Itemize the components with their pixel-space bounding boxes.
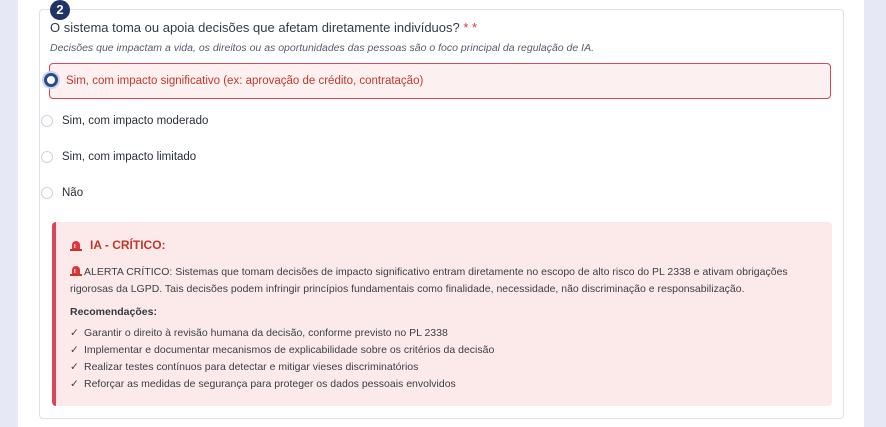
- list-item: ✓ Implementar e documentar mecanismos de …: [70, 342, 494, 359]
- question-text: O sistema toma ou apoia decisões que afe…: [50, 20, 460, 35]
- radio-significant-impact[interactable]: [44, 73, 58, 87]
- option-moderate-impact-label[interactable]: Sim, com impacto moderado: [62, 115, 208, 127]
- list-item: ✓ Reforçar as medidas de segurança para p…: [70, 376, 494, 393]
- alert-message: ALERTA CRÍTICO: Sistemas que tomam decis…: [70, 264, 810, 298]
- step-number-badge: 2: [50, 0, 70, 20]
- alert-message-text: ALERTA CRÍTICO: Sistemas que tomam decis…: [70, 266, 788, 295]
- question-hint: Decisões que impactam a vida, os direito…: [50, 42, 594, 54]
- option-limited-impact-label[interactable]: Sim, com impacto limitado: [62, 151, 196, 163]
- check-icon: ✓: [70, 378, 79, 390]
- alert-title: IA - CRÍTICO:: [70, 238, 166, 252]
- critical-alert-box: IA - CRÍTICO: ALERTA CRÍTICO: Sistemas q…: [52, 222, 832, 406]
- radio-moderate-impact[interactable]: [41, 115, 53, 127]
- option-no-label[interactable]: Não: [62, 187, 83, 199]
- siren-icon: [70, 265, 82, 276]
- question-title: O sistema toma ou apoia decisões que afe…: [50, 20, 477, 35]
- required-marker: * *: [463, 20, 478, 35]
- siren-icon: [70, 240, 82, 251]
- alert-title-text: IA - CRÍTICO:: [90, 238, 166, 252]
- check-icon: ✓: [70, 361, 79, 373]
- option-label: Sim, com impacto significativo (ex: apro…: [66, 75, 424, 87]
- list-item: ✓ Garantir o direito à revisão humana da …: [70, 325, 494, 342]
- recommendations-title: Recomendações:: [70, 306, 157, 318]
- option-significant-impact[interactable]: Sim, com impacto significativo (ex: apro…: [49, 63, 831, 99]
- check-icon: ✓: [70, 344, 79, 356]
- radio-no[interactable]: [41, 187, 53, 199]
- radio-limited-impact[interactable]: [41, 151, 53, 163]
- recommendations-list: ✓ Garantir o direito à revisão humana da …: [70, 325, 494, 393]
- check-icon: ✓: [70, 327, 79, 339]
- list-item: ✓ Realizar testes contínuos para detectar…: [70, 359, 494, 376]
